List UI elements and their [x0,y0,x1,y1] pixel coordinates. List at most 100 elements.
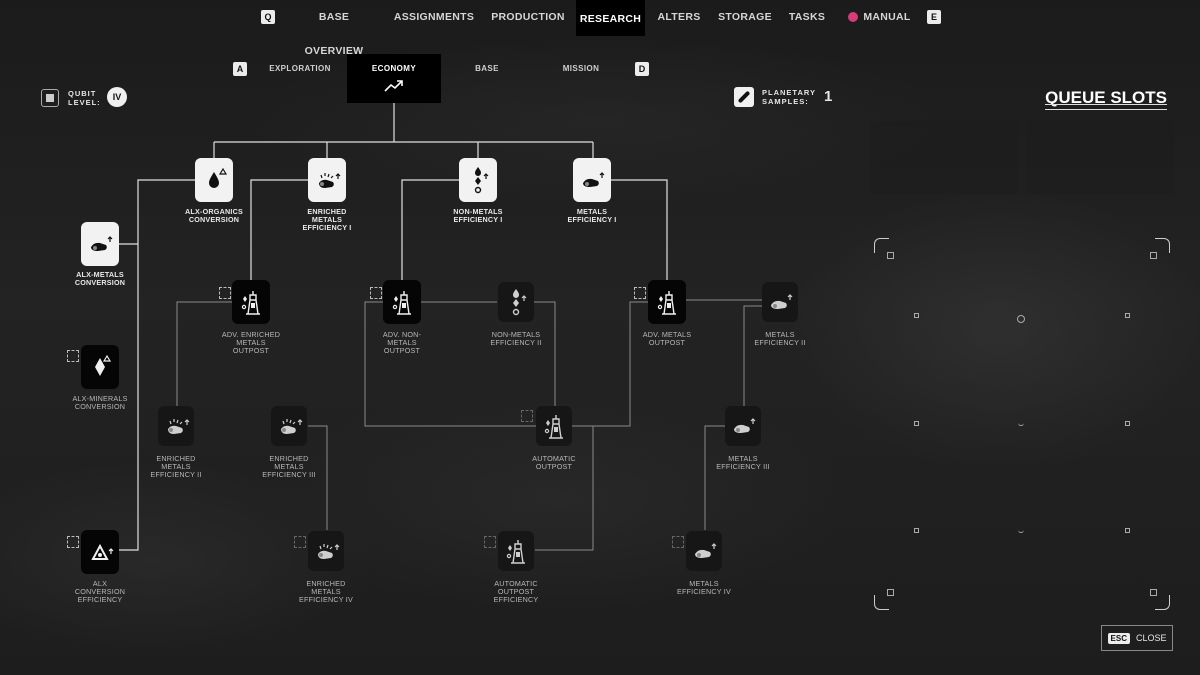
metals-icon [771,294,793,309]
trend-up-icon [384,80,403,92]
node-alx-metals-conversion[interactable] [81,222,119,266]
metals-icon [583,172,605,187]
node-enriched-metals-efficiency-2[interactable] [158,406,194,446]
tab-tasks[interactable]: TASKS [786,0,828,34]
sample-tube-icon [734,87,754,107]
select-checkbox[interactable] [67,536,79,548]
qubit-level-badge: IV [107,87,127,107]
label-non-metals-efficiency-2: NON-METALS EFFICIENCY II [461,331,571,347]
samples-label: PLANETARY SAMPLES: [762,88,816,106]
node-automatic-outpost-efficiency[interactable] [498,531,534,571]
node-non-metals-efficiency-1[interactable] [459,158,497,202]
samples-label-line2: SAMPLES: [762,97,809,106]
manual-dot-icon [848,12,858,22]
label-line: EFFICIENCY [493,595,539,604]
label-alx-minerals-conversion: ALX-MINERALS CONVERSION [45,395,155,411]
label-automatic-outpost: AUTOMATIC OUTPOST [499,455,609,471]
label-adv-non-metals-outpost: ADV. NON- METALS OUTPOST [347,331,457,355]
node-metals-efficiency-2[interactable] [762,282,798,322]
tab-manual[interactable]: MANUAL [860,0,914,34]
label-line: EFFICIENCY III [716,462,770,471]
metals-icon [734,418,756,433]
outpost-icon [241,291,260,315]
tab-base-overview[interactable]: BASE OVERVIEW [288,0,380,57]
label-enriched-metals-efficiency-1: ENRICHED METALS EFFICIENCY I [272,208,382,232]
subtab-economy-label: ECONOMY [371,64,417,73]
node-adv-metals-outpost[interactable] [648,280,686,324]
label-metals-efficiency-1: METALS EFFICIENCY I [537,208,647,224]
close-label: CLOSE [1135,633,1167,643]
tab-production[interactable]: PRODUCTION [488,0,568,34]
enriched-metals-icon [281,419,303,434]
label-enriched-metals-efficiency-3: ENRICHED METALS EFFICIENCY III [234,455,344,479]
label-non-metals-efficiency-1: NON-METALS EFFICIENCY I [423,208,533,224]
outpost-icon [544,415,563,439]
select-checkbox[interactable] [484,536,496,548]
select-checkbox[interactable] [370,287,382,299]
tab-research[interactable]: RESEARCH [576,0,645,36]
subtab-economy[interactable]: ECONOMY [347,54,441,103]
nav-right-key[interactable]: E [927,10,941,24]
queue-slot-2[interactable] [1026,121,1174,194]
label-line: EFFICIENCY IV [677,587,731,596]
label-line: EFFICIENCY II [490,338,542,347]
select-checkbox[interactable] [219,287,231,299]
node-enriched-metals-efficiency-1[interactable] [308,158,346,202]
subtab-exploration[interactable]: EXPLORATION [262,64,338,73]
node-alx-organics-conversion[interactable] [195,158,233,202]
queue-title-underline [1045,104,1167,110]
non-metals-icon [512,289,527,316]
node-alx-minerals-conversion[interactable] [81,345,119,389]
close-button[interactable]: ESC CLOSE [1101,625,1173,651]
subnav-left-key[interactable]: A [233,62,247,76]
subnav-right-key[interactable]: D [635,62,649,76]
node-adv-enriched-metals-outpost[interactable] [232,280,270,324]
node-alx-conversion-efficiency[interactable] [81,530,119,574]
enriched-metals-icon [319,173,341,188]
select-checkbox[interactable] [294,536,306,548]
label-line: OUTPOST [535,462,573,471]
node-enriched-metals-efficiency-3[interactable] [271,406,307,446]
label-alx-conversion-efficiency: ALX CONVERSION EFFICIENCY [45,580,155,604]
select-checkbox[interactable] [67,350,79,362]
label-line: OUTPOST [383,346,421,355]
nav-left-key[interactable]: Q [261,10,275,24]
subtab-mission[interactable]: MISSION [552,64,610,73]
node-adv-non-metals-outpost[interactable] [383,280,421,324]
label-enriched-metals-efficiency-2: ENRICHED METALS EFFICIENCY II [121,455,231,479]
node-metals-efficiency-4[interactable] [686,531,722,571]
label-line: EFFICIENCY I [567,215,617,224]
tab-alters[interactable]: ALTERS [656,0,702,34]
metals-icon [91,236,113,251]
tab-assignments[interactable]: ASSIGNMENTS [392,0,476,34]
drop-icon [209,167,228,188]
select-checkbox[interactable] [672,536,684,548]
alx-icon [91,543,114,560]
node-metals-efficiency-1[interactable] [573,158,611,202]
label-adv-metals-outpost: ADV. METALS OUTPOST [612,331,722,347]
node-automatic-outpost[interactable] [536,406,572,446]
queue-slot-1[interactable] [870,121,1018,194]
planet-grid [874,238,1170,610]
label-line: EFFICIENCY I [453,215,503,224]
outpost-icon [657,291,676,315]
node-metals-efficiency-3[interactable] [725,406,761,446]
samples-count: 1 [824,88,833,105]
node-non-metals-efficiency-2[interactable] [498,282,534,322]
select-checkbox[interactable] [634,287,646,299]
label-metals-efficiency-3: METALS EFFICIENCY III [688,455,798,471]
mineral-icon [95,354,112,376]
enriched-metals-icon [318,544,340,559]
subtab-base[interactable]: BASE [462,64,512,73]
qubit-label: QUBIT LEVEL: [68,89,101,107]
label-metals-efficiency-4: METALS EFFICIENCY IV [649,580,759,596]
select-checkbox[interactable] [521,410,533,422]
qubit-label-line2: LEVEL: [68,98,101,107]
tab-storage[interactable]: STORAGE [716,0,774,34]
label-line: OUTPOST [232,346,270,355]
label-line: EFFICIENCY IV [299,595,353,604]
outpost-icon [506,540,525,564]
node-enriched-metals-efficiency-4[interactable] [308,531,344,571]
label-line: CONVERSION [188,215,240,224]
samples-label-line1: PLANETARY [762,88,816,97]
